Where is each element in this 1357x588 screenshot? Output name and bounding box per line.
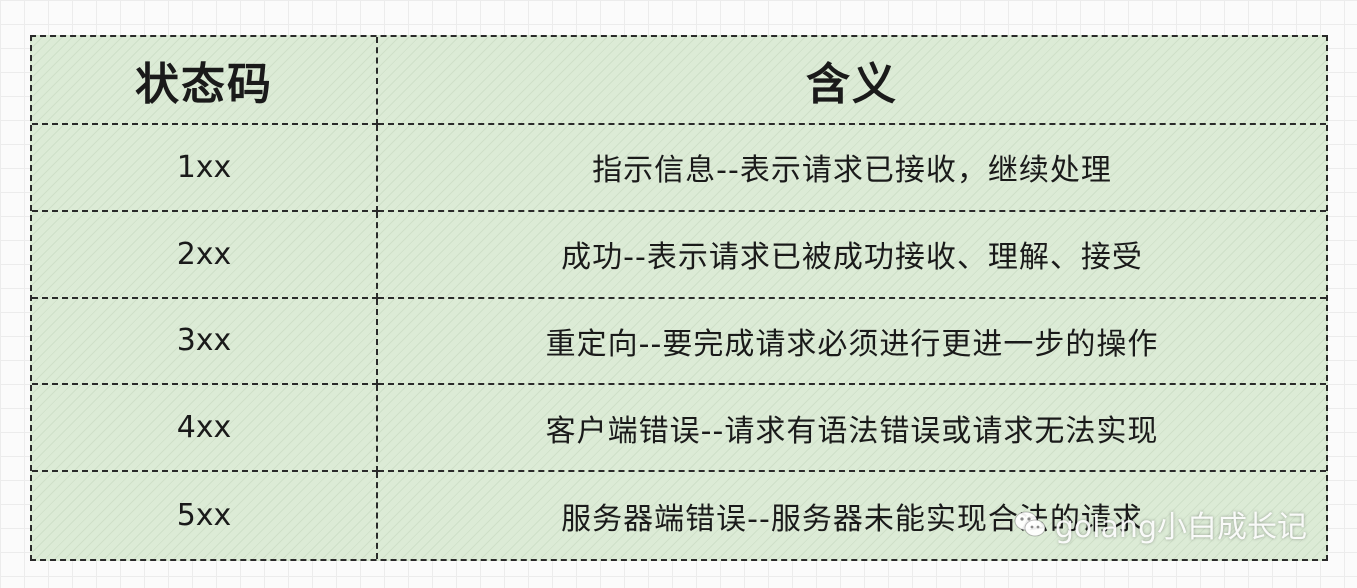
row-4xx-meaning: 客户端错误--请求有语法错误或请求无法实现	[378, 385, 1326, 473]
header-meaning: 含义	[378, 37, 1326, 125]
row-1xx-code: 1xx	[32, 125, 378, 212]
row-2xx-meaning: 成功--表示请求已被成功接收、理解、接受	[378, 212, 1326, 299]
row-3xx-meaning: 重定向--要完成请求必须进行更进一步的操作	[378, 299, 1326, 386]
row-5xx-code: 5xx	[32, 472, 378, 559]
header-status-code: 状态码	[32, 37, 378, 125]
row-1xx-meaning: 指示信息--表示请求已接收，继续处理	[378, 125, 1326, 212]
status-code-table: 状态码 含义 1xx 指示信息--表示请求已接收，继续处理 2xx 成功--表示…	[30, 35, 1328, 561]
row-2xx-code: 2xx	[32, 211, 378, 299]
row-4xx-code: 4xx	[32, 385, 378, 473]
row-3xx-code: 3xx	[32, 298, 378, 386]
row-5xx-meaning: 服务器端错误--服务器未能实现合法的请求	[561, 501, 1143, 537]
